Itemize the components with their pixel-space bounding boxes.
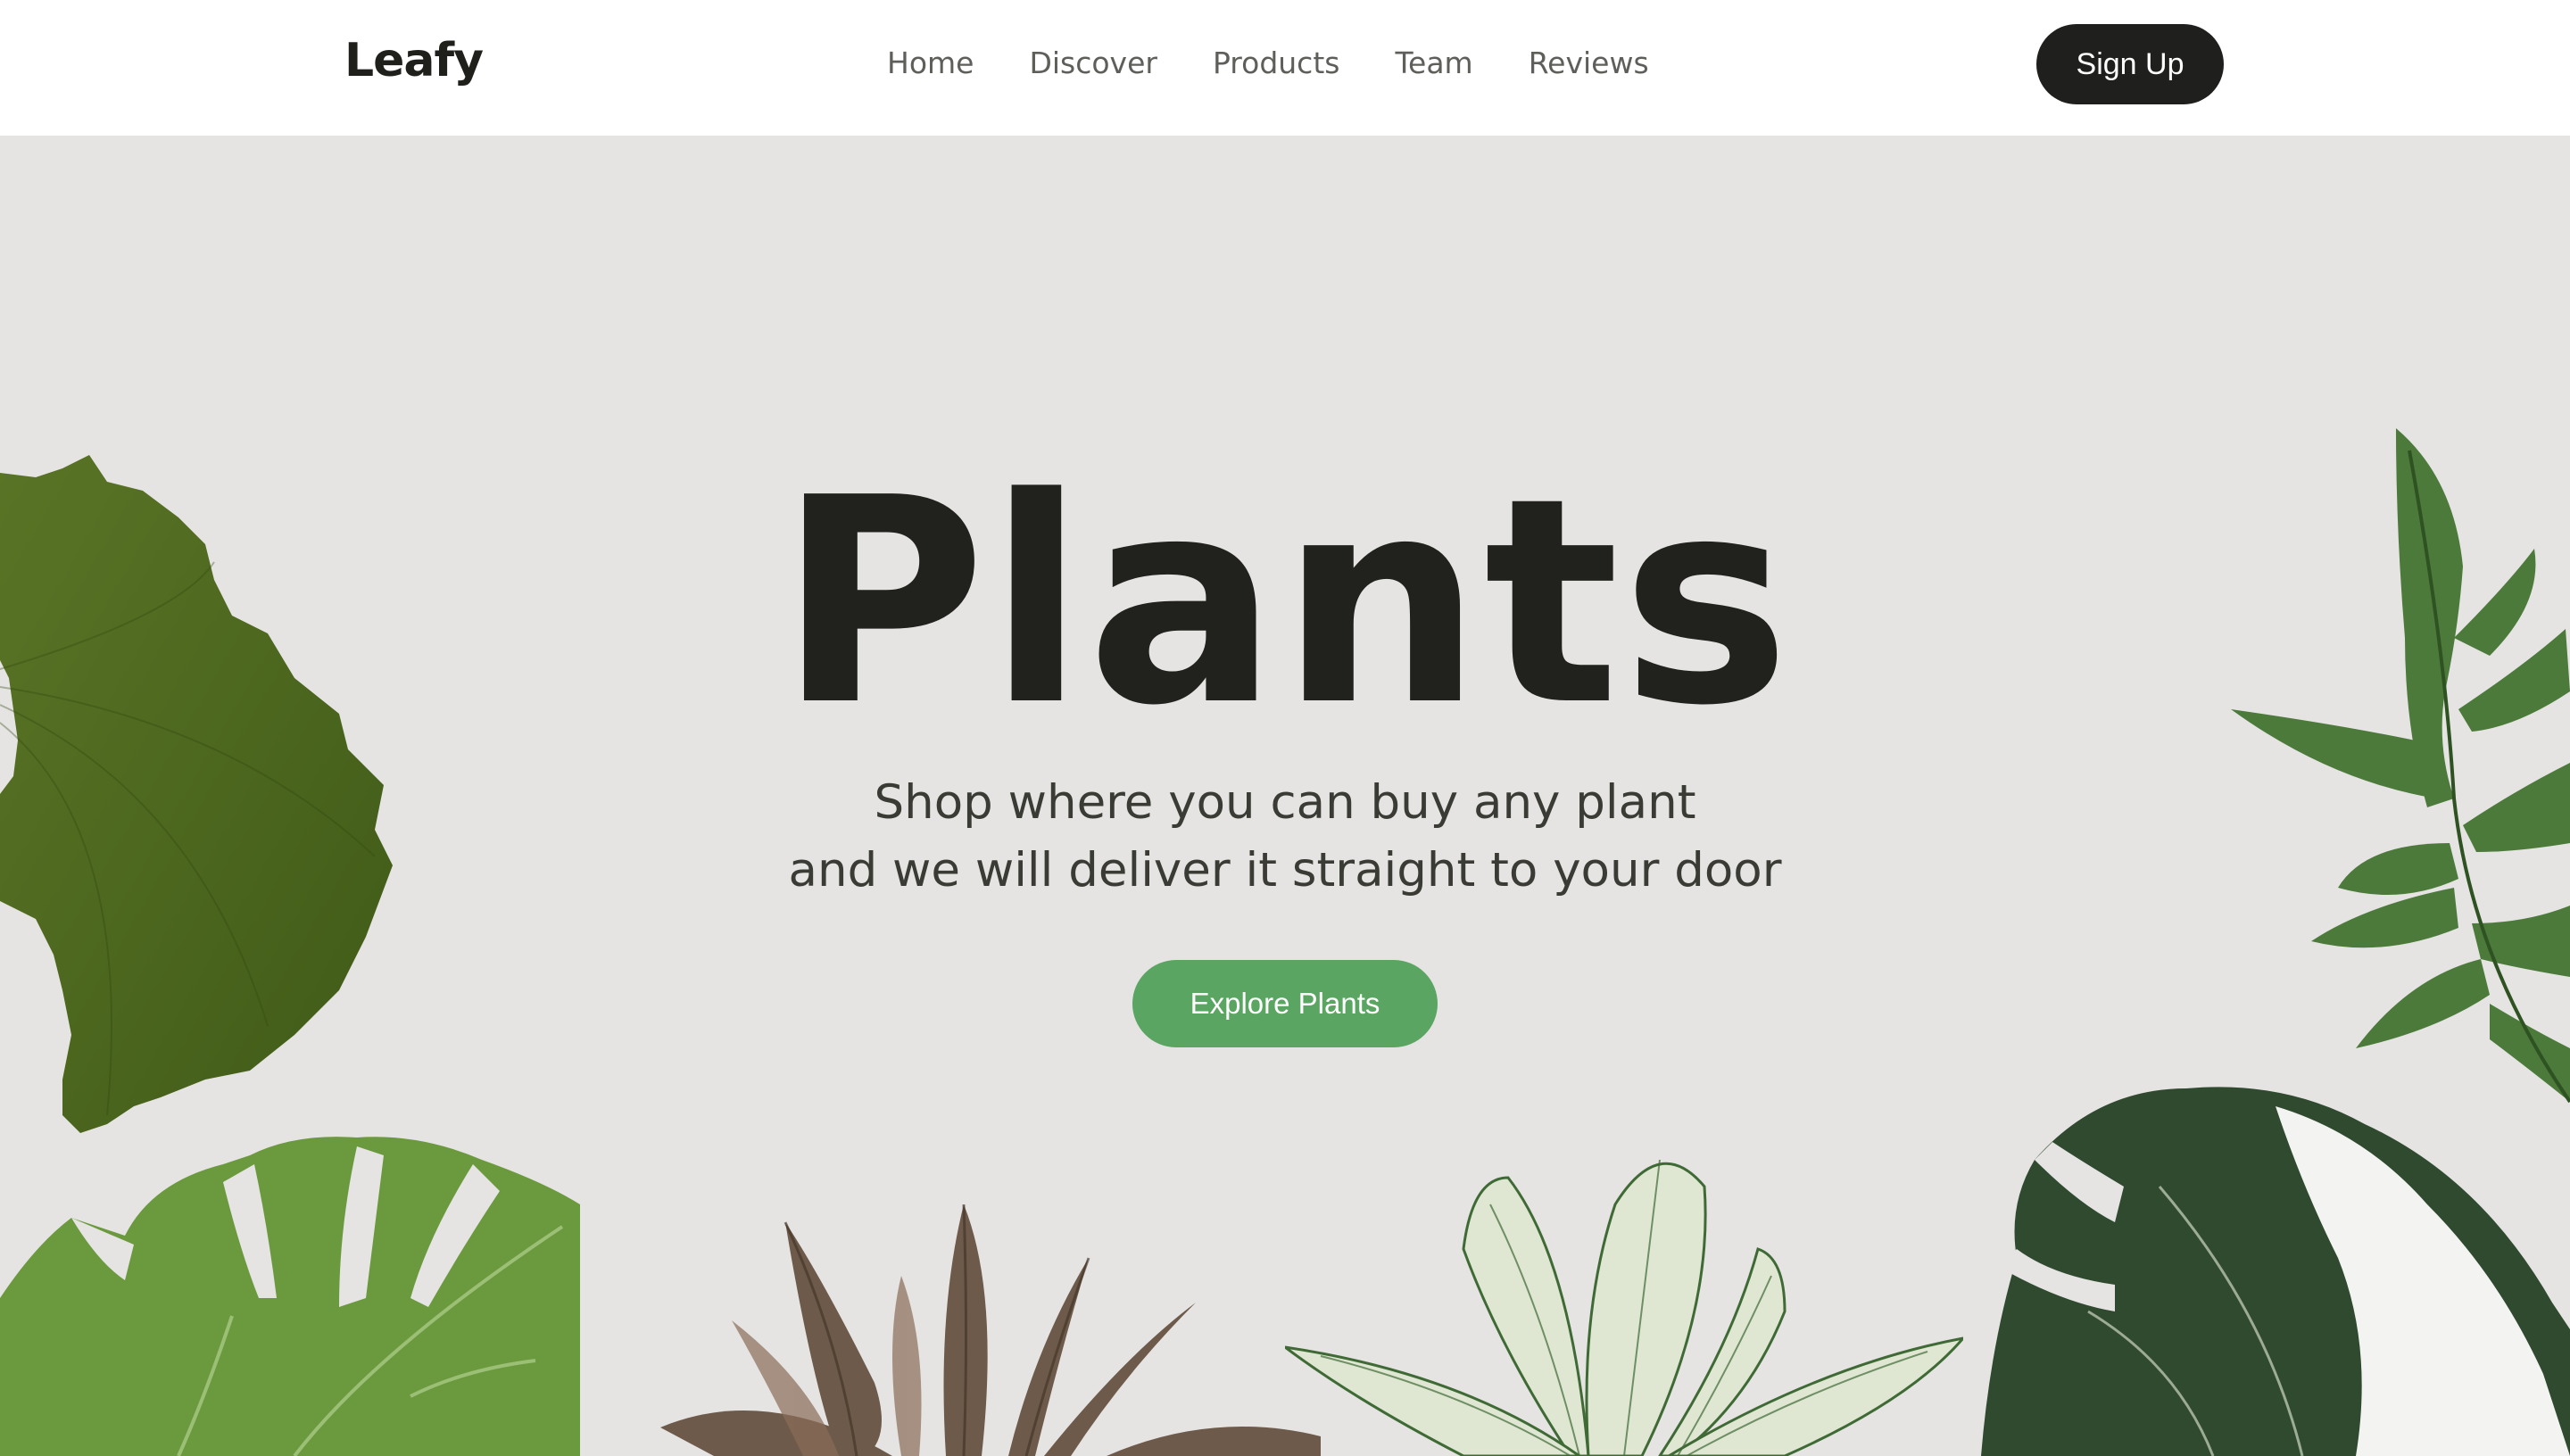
nav-team-link[interactable]: Team — [1395, 43, 1472, 84]
landing-page: Leafy Home Discover Products Team Review… — [0, 0, 2570, 1456]
brand-logo[interactable]: Leafy — [344, 34, 484, 87]
top-navbar: Leafy Home Discover Products Team Review… — [0, 0, 2570, 136]
monstera-leaf-image — [0, 1137, 580, 1456]
hero-subtitle: Shop where you can buy any plant and we … — [0, 769, 2570, 905]
main-nav: Home Discover Products Team Reviews — [887, 43, 1649, 84]
nav-home-link[interactable]: Home — [887, 43, 974, 84]
hero-title: Plants — [777, 437, 1793, 767]
variegated-monstera-leaf-image — [1981, 1087, 2570, 1456]
nav-discover-link[interactable]: Discover — [1029, 43, 1157, 84]
hero-subtitle-line-2: and we will deliver it straight to your … — [788, 843, 1782, 898]
striped-calathea-plant-image — [1285, 1159, 1963, 1456]
explore-plants-button[interactable]: Explore Plants — [1132, 960, 1438, 1047]
sign-up-button[interactable]: Sign Up — [2036, 24, 2224, 104]
red-calathea-plant-image — [660, 1204, 1321, 1456]
nav-reviews-link[interactable]: Reviews — [1529, 43, 1649, 84]
nav-products-link[interactable]: Products — [1213, 43, 1340, 84]
hero-subtitle-line-1: Shop where you can buy any plant — [874, 775, 1696, 830]
